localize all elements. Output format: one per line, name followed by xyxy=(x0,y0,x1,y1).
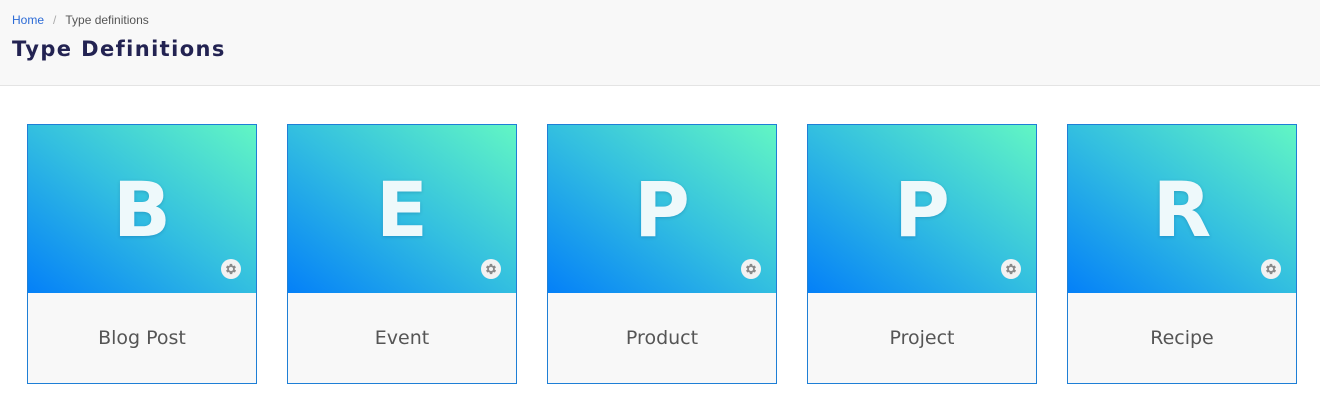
gear-icon[interactable] xyxy=(1001,259,1021,279)
card-banner: E xyxy=(288,125,516,293)
card-banner: P xyxy=(548,125,776,293)
card-label: Event xyxy=(374,327,430,349)
breadcrumb-current: Type definitions xyxy=(65,13,149,27)
gear-icon[interactable] xyxy=(1261,259,1281,279)
page-title: Type Definitions xyxy=(12,37,226,61)
card-letter: P xyxy=(634,165,690,254)
card-label: Blog Post xyxy=(98,327,186,349)
type-card-event[interactable]: E Event xyxy=(287,124,517,384)
card-banner: P xyxy=(808,125,1036,293)
card-letter: P xyxy=(894,165,950,254)
breadcrumb: Home / Type definitions xyxy=(12,13,149,27)
card-label: Recipe xyxy=(1150,327,1214,349)
card-label: Project xyxy=(889,327,955,349)
card-letter: R xyxy=(1152,165,1212,254)
card-letter: B xyxy=(113,165,171,254)
card-banner: B xyxy=(28,125,256,293)
page-header: Home / Type definitions Type Definitions xyxy=(0,0,1320,86)
type-card-recipe[interactable]: R Recipe xyxy=(1067,124,1297,384)
card-banner: R xyxy=(1068,125,1296,293)
card-label: Product xyxy=(625,327,699,349)
gear-icon[interactable] xyxy=(221,259,241,279)
gear-icon[interactable] xyxy=(481,259,501,279)
type-card-product[interactable]: P Product xyxy=(547,124,777,384)
gear-icon[interactable] xyxy=(741,259,761,279)
card-letter: E xyxy=(376,165,428,254)
breadcrumb-separator: / xyxy=(53,13,57,27)
type-card-project[interactable]: P Project xyxy=(807,124,1037,384)
breadcrumb-home-link[interactable]: Home xyxy=(12,13,44,27)
type-card-blog-post[interactable]: B Blog Post xyxy=(27,124,257,384)
